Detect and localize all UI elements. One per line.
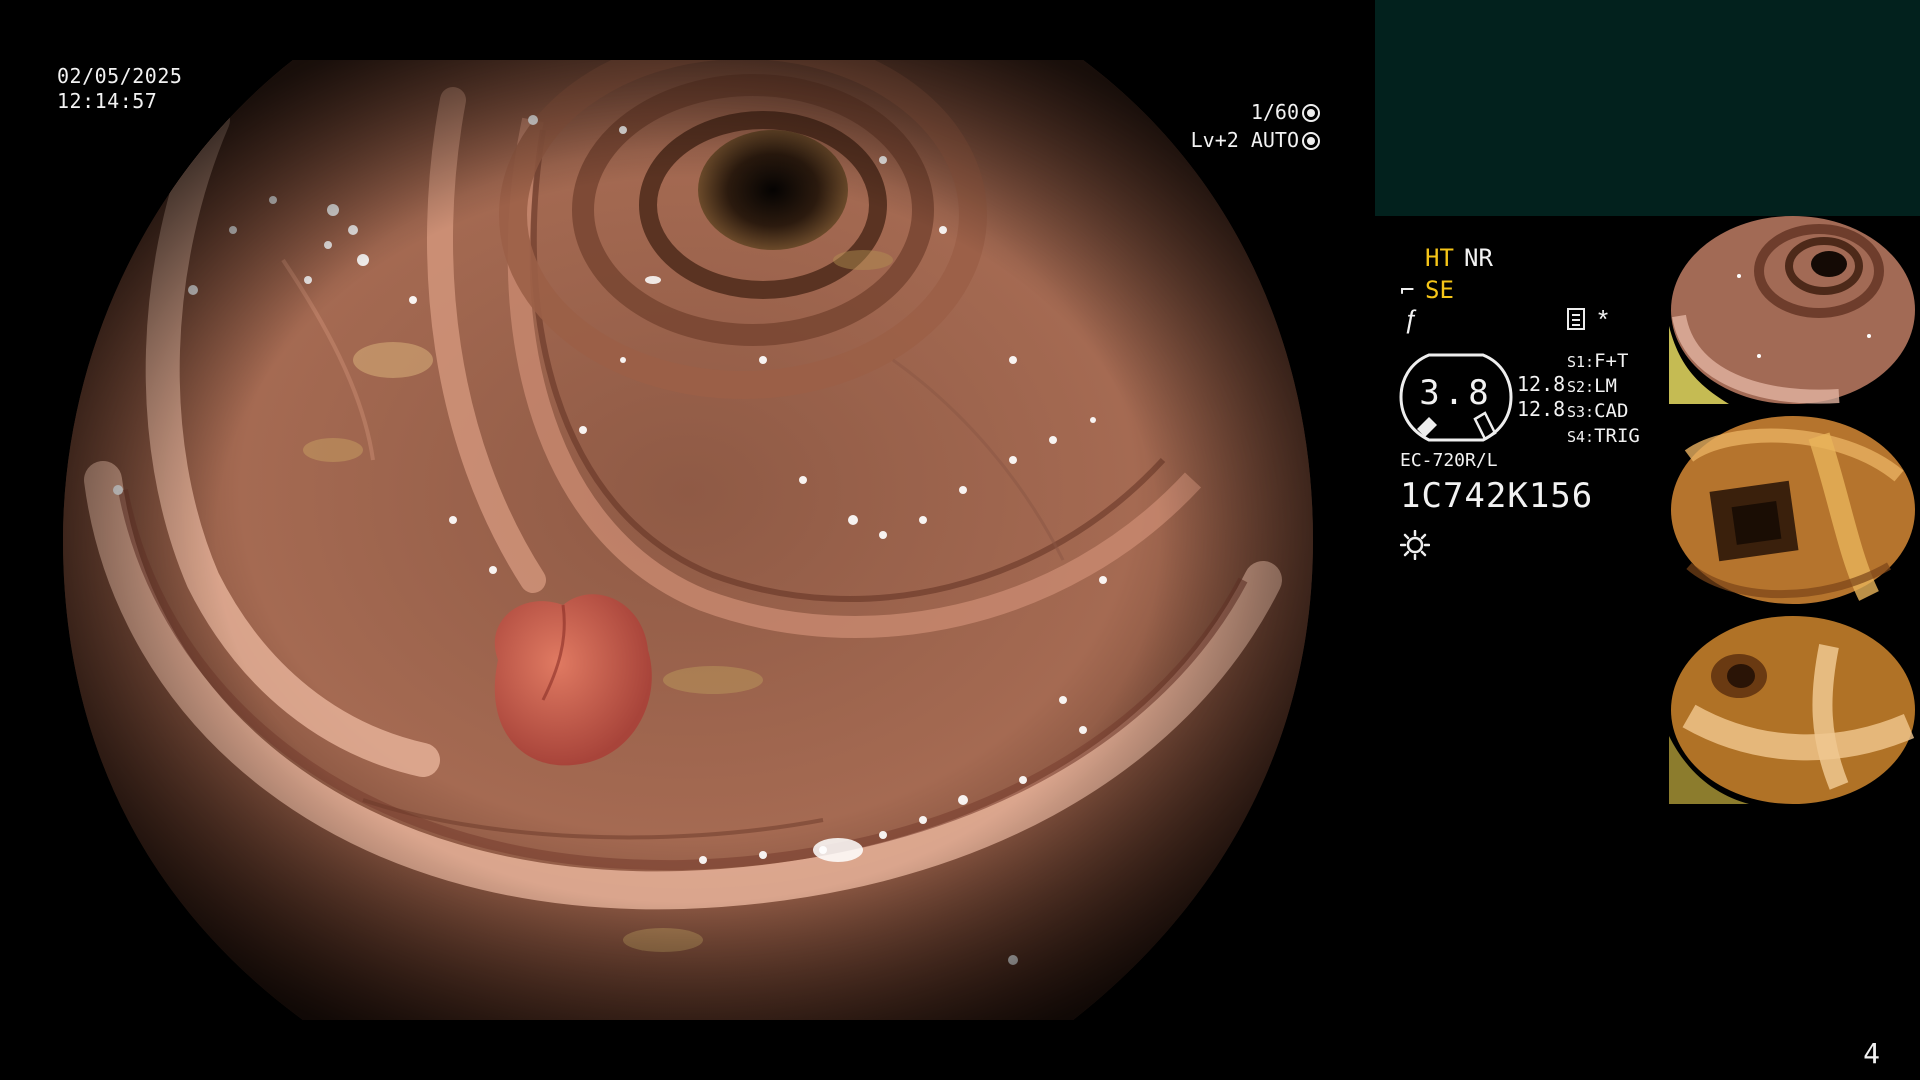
time-text: 12:14:57 [57, 89, 158, 113]
level-row: Lv+2 AUTO [1180, 126, 1320, 154]
switch-1: S1:F+T [1567, 349, 1628, 375]
side-value-2: 12.8 [1517, 397, 1566, 421]
ht-indicator: HT [1425, 244, 1454, 272]
switch-4: S4:TRIG [1567, 424, 1640, 450]
thumbnail-1[interactable] [1669, 216, 1918, 404]
shutter-row: 1/60 [1180, 98, 1320, 126]
scope-model: EC-720R/L [1400, 450, 1498, 471]
asterisk-icon: * [1598, 304, 1609, 334]
scope-serial: 1C742K156 [1400, 476, 1594, 516]
switch-1-key: S1: [1567, 353, 1595, 371]
switch-3-key: S3: [1567, 403, 1595, 421]
exposure-info: 1/60 Lv+2 AUTO [1180, 98, 1320, 154]
switch-4-value: TRIG [1594, 425, 1640, 447]
function-icon: ƒ [1403, 304, 1418, 334]
date-text: 02/05/2025 [57, 64, 183, 88]
endoscope-main-view [63, 60, 1313, 1020]
switch-1-value: F+T [1594, 350, 1629, 372]
switch-3: S3:CAD [1567, 399, 1628, 425]
switch-2-value: LM [1594, 375, 1617, 397]
switch-2: S2:LM [1567, 374, 1617, 400]
patient-info-panel [1375, 0, 1920, 216]
switch-2-key: S2: [1567, 378, 1595, 396]
zoom-value: 3.8 [1419, 373, 1493, 413]
thumbnail-3[interactable] [1669, 616, 1918, 804]
nr-indicator: NR [1464, 244, 1493, 272]
memo-icon [1567, 308, 1585, 330]
light-icon [1400, 530, 1430, 560]
shutter-text: 1/60 [1250, 100, 1299, 124]
auto-exposure-icon [1302, 132, 1320, 150]
side-value-1: 12.8 [1517, 372, 1566, 396]
se-indicator: SE [1425, 276, 1454, 304]
level-text: Lv+2 AUTO [1190, 128, 1299, 152]
page-number: 4 [1863, 1037, 1880, 1070]
date-time-display: 02/05/2025 12:14:57 [57, 64, 182, 114]
structure-enhance-icon: ⌐ [1400, 276, 1415, 304]
thumbnail-2[interactable] [1669, 416, 1918, 604]
switch-3-value: CAD [1594, 400, 1629, 422]
switch-4-key: S4: [1567, 428, 1595, 446]
shutter-icon [1302, 104, 1320, 122]
